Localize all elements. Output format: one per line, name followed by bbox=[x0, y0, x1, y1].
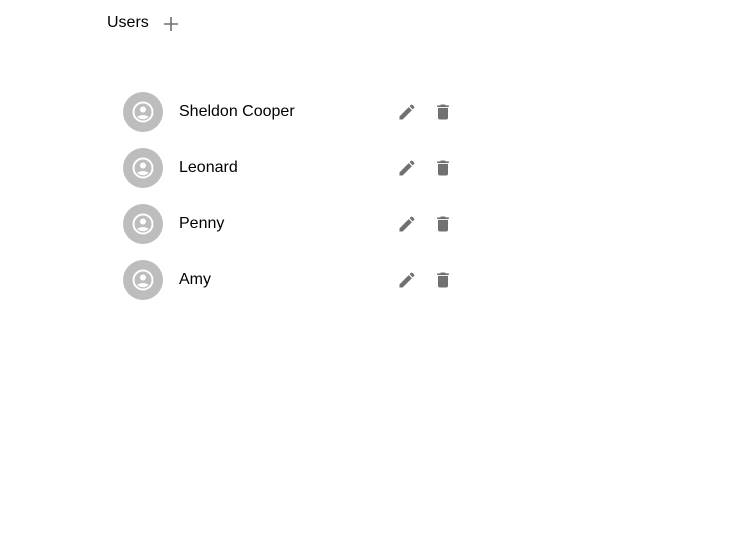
page-title: Users bbox=[107, 14, 149, 31]
list-item: Penny bbox=[123, 196, 463, 252]
delete-button[interactable] bbox=[431, 212, 455, 236]
pencil-icon bbox=[399, 272, 415, 288]
plus-icon bbox=[163, 17, 178, 31]
avatar bbox=[123, 260, 163, 300]
list-item: Amy bbox=[123, 252, 463, 308]
delete-button[interactable] bbox=[431, 100, 455, 124]
pencil-icon bbox=[399, 160, 415, 176]
row-actions bbox=[395, 212, 455, 236]
user-name: Amy bbox=[179, 271, 211, 288]
trash-icon bbox=[437, 272, 449, 288]
edit-button[interactable] bbox=[395, 268, 419, 292]
user-name: Sheldon Cooper bbox=[179, 103, 295, 120]
account-circle-icon bbox=[132, 213, 154, 235]
user-name: Penny bbox=[179, 215, 225, 232]
list-item: Leonard bbox=[123, 140, 463, 196]
row-actions bbox=[395, 100, 455, 124]
edit-button[interactable] bbox=[395, 100, 419, 124]
pencil-icon bbox=[399, 104, 415, 120]
trash-icon bbox=[437, 160, 449, 176]
account-circle-icon bbox=[132, 101, 154, 123]
list-item: Sheldon Cooper bbox=[123, 84, 463, 140]
user-list: Sheldon Cooper Leonard Penny Amy bbox=[123, 84, 463, 308]
add-user-button[interactable] bbox=[162, 15, 180, 33]
row-actions bbox=[395, 268, 455, 292]
delete-button[interactable] bbox=[431, 156, 455, 180]
avatar bbox=[123, 92, 163, 132]
account-circle-icon bbox=[132, 269, 154, 291]
trash-icon bbox=[437, 216, 449, 232]
user-name: Leonard bbox=[179, 159, 238, 176]
pencil-icon bbox=[399, 216, 415, 232]
row-actions bbox=[395, 156, 455, 180]
avatar bbox=[123, 148, 163, 188]
edit-button[interactable] bbox=[395, 156, 419, 180]
delete-button[interactable] bbox=[431, 268, 455, 292]
users-header: Users bbox=[107, 11, 180, 35]
avatar bbox=[123, 204, 163, 244]
trash-icon bbox=[437, 104, 449, 120]
account-circle-icon bbox=[132, 157, 154, 179]
edit-button[interactable] bbox=[395, 212, 419, 236]
